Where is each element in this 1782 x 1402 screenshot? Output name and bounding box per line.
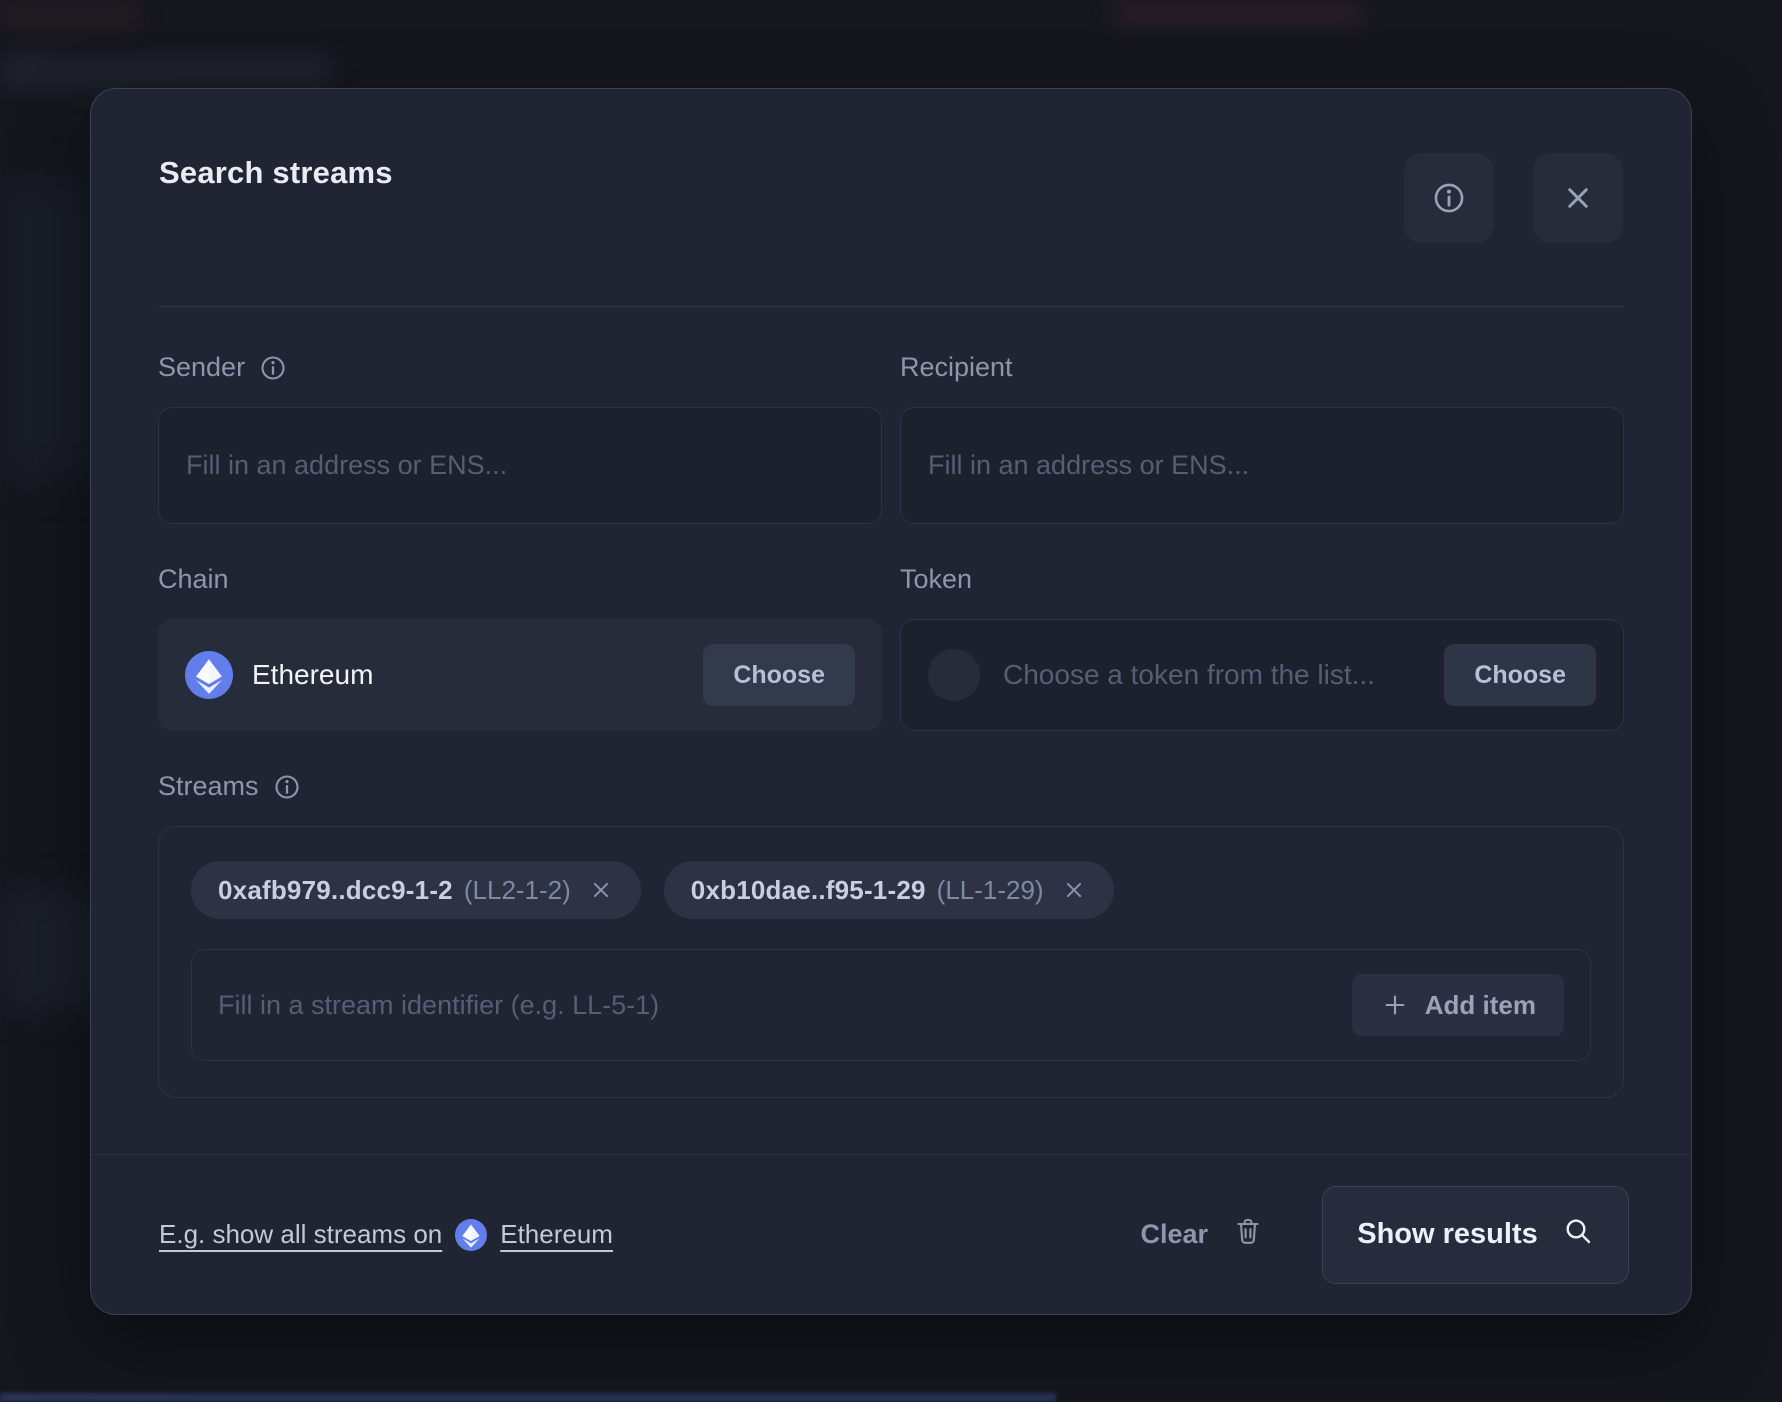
recipient-label: Recipient	[900, 352, 1624, 383]
token-choose-button[interactable]: Choose	[1444, 644, 1596, 706]
token-placeholder-circle	[928, 649, 980, 701]
chain-label: Chain	[158, 564, 882, 595]
background-artifact	[0, 0, 140, 30]
info-button[interactable]	[1404, 153, 1494, 243]
stream-chip: 0xb10dae..f95-1-29 (LL-1-29)	[664, 861, 1114, 919]
sender-input[interactable]	[158, 407, 882, 524]
dialog-body: Sender Recipient	[91, 307, 1691, 1154]
background-artifact	[1113, 0, 1363, 26]
recipient-field-group: Recipient	[900, 307, 1624, 524]
info-icon[interactable]	[259, 354, 287, 382]
show-all-streams-link[interactable]: E.g. show all streams on Ethereum	[159, 1219, 613, 1251]
remove-icon[interactable]	[1061, 877, 1087, 903]
trash-icon	[1232, 1215, 1264, 1254]
example-link-text: E.g. show all streams on	[159, 1219, 442, 1250]
stream-chip-id: 0xafb979..dcc9-1-2	[218, 875, 453, 906]
stream-chip-alias: (LL2-1-2)	[464, 875, 571, 906]
chain-choose-button[interactable]: Choose	[703, 644, 855, 706]
sender-label: Sender	[158, 352, 882, 383]
plus-icon	[1380, 990, 1410, 1020]
screen-background: Search streams	[0, 0, 1782, 1402]
search-icon	[1562, 1215, 1594, 1255]
close-icon	[1559, 179, 1597, 217]
close-button[interactable]	[1533, 153, 1623, 243]
stream-identifier-input[interactable]	[218, 990, 1352, 1021]
streams-container: 0xafb979..dcc9-1-2 (LL2-1-2) 0xb10dae..f…	[158, 826, 1624, 1098]
token-placeholder-text: Choose a token from the list...	[1003, 659, 1375, 691]
chain-selector: Ethereum Choose	[158, 619, 882, 731]
search-streams-dialog: Search streams	[90, 88, 1692, 1315]
show-results-button[interactable]: Show results	[1322, 1186, 1629, 1284]
dialog-header: Search streams	[91, 89, 1691, 243]
sender-field-group: Sender	[158, 307, 882, 524]
ethereum-logo	[455, 1219, 487, 1251]
stream-chips: 0xafb979..dcc9-1-2 (LL2-1-2) 0xb10dae..f…	[191, 861, 1591, 919]
add-item-label: Add item	[1425, 990, 1536, 1021]
chain-token-row: Chain Ethereum Choose	[158, 524, 1624, 731]
info-icon	[1430, 179, 1468, 217]
stream-identifier-row: Add item	[191, 949, 1591, 1061]
recipient-label-text: Recipient	[900, 352, 1013, 383]
token-selector: Choose a token from the list... Choose	[900, 619, 1624, 731]
recipient-input[interactable]	[900, 407, 1624, 524]
example-chain-text: Ethereum	[500, 1219, 613, 1250]
dialog-footer: E.g. show all streams on Ethereum Clear	[91, 1155, 1691, 1314]
stream-chip-id: 0xb10dae..f95-1-29	[691, 875, 926, 906]
streams-label-text: Streams	[158, 771, 259, 802]
info-icon[interactable]	[273, 773, 301, 801]
token-label: Token	[900, 564, 1624, 595]
chain-label-text: Chain	[158, 564, 229, 595]
chain-selected-value: Ethereum	[252, 659, 373, 691]
add-item-button[interactable]: Add item	[1352, 974, 1564, 1036]
sender-label-text: Sender	[158, 352, 245, 383]
header-actions	[1404, 153, 1623, 243]
stream-chip-alias: (LL-1-29)	[937, 875, 1044, 906]
clear-label: Clear	[1140, 1219, 1208, 1250]
show-results-label: Show results	[1357, 1218, 1538, 1251]
clear-button[interactable]: Clear	[1140, 1215, 1264, 1254]
token-field-group: Token Choose a token from the list... Ch…	[900, 524, 1624, 731]
background-artifact	[0, 1393, 1056, 1402]
stream-chip: 0xafb979..dcc9-1-2 (LL2-1-2)	[191, 861, 641, 919]
background-artifact	[0, 55, 330, 89]
remove-icon[interactable]	[588, 877, 614, 903]
dialog-title: Search streams	[159, 153, 393, 191]
streams-label: Streams	[158, 771, 1624, 802]
address-row: Sender Recipient	[158, 307, 1624, 524]
ethereum-logo	[185, 651, 233, 699]
token-label-text: Token	[900, 564, 972, 595]
chain-field-group: Chain Ethereum Choose	[158, 524, 882, 731]
